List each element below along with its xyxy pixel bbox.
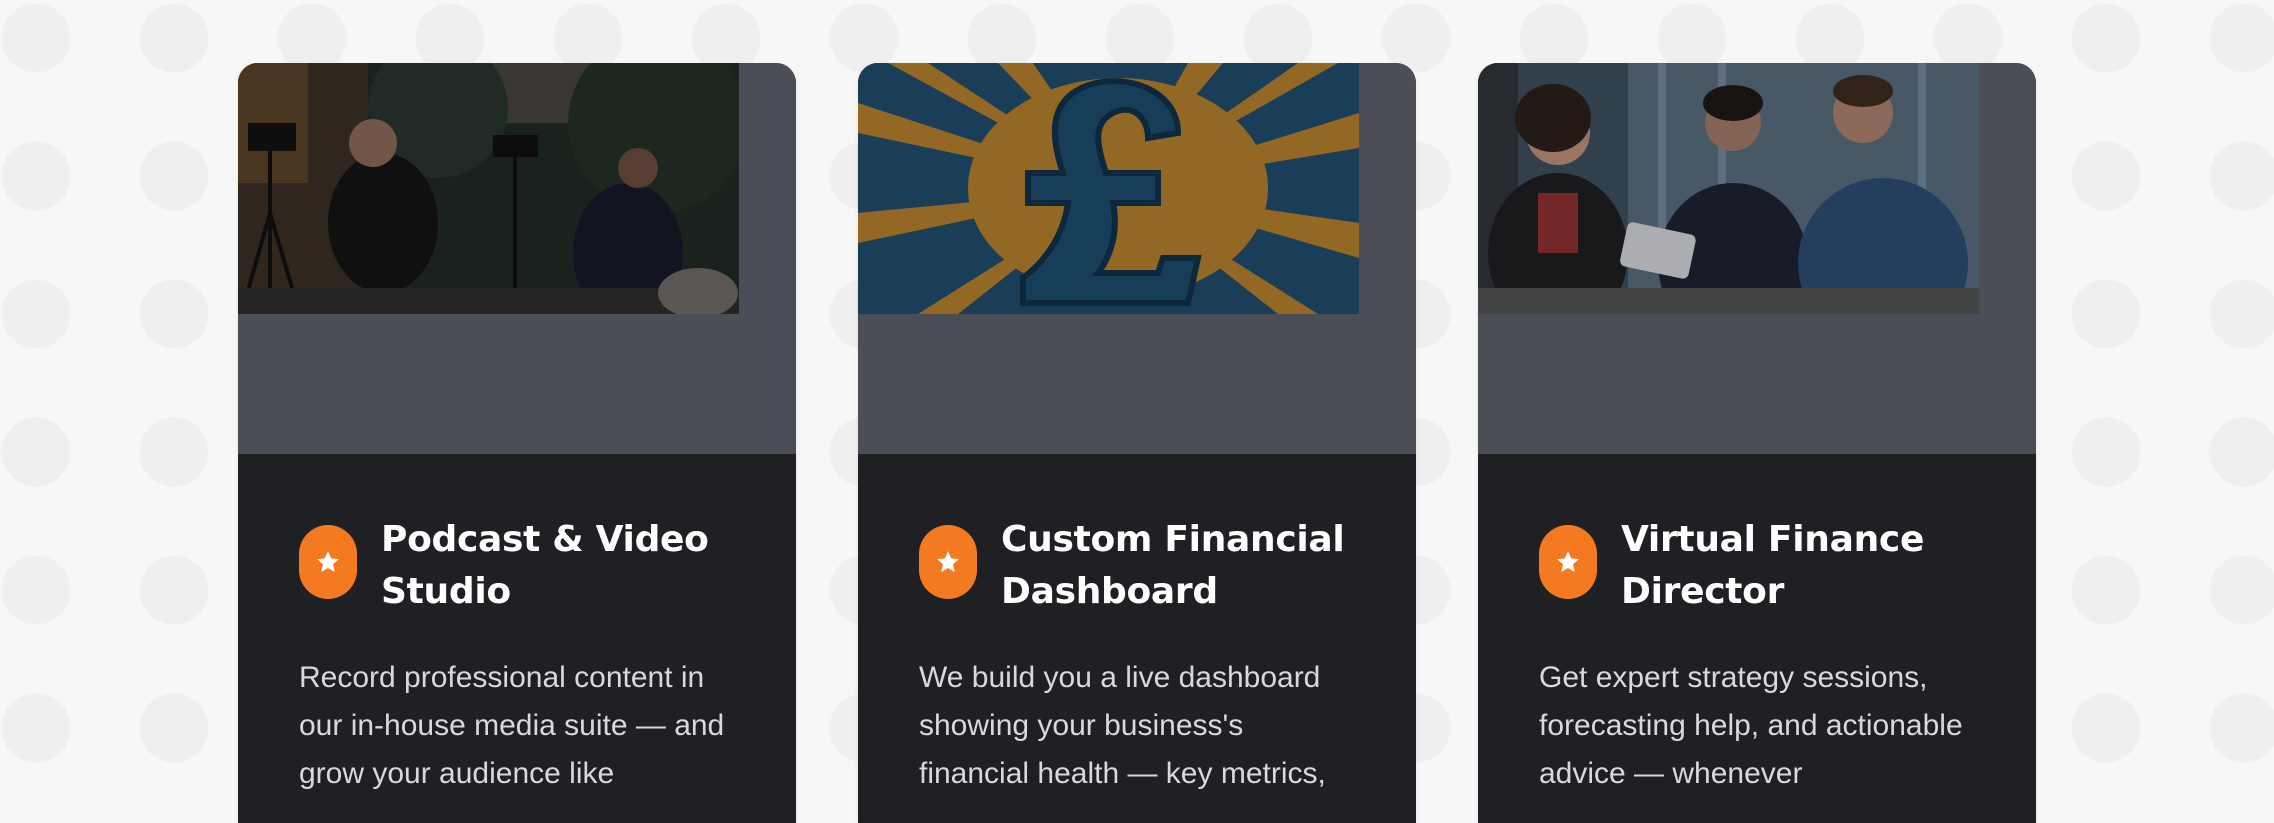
service-card-podcast-studio[interactable]: Podcast & Video Studio Record profession… bbox=[238, 63, 796, 823]
card-description: Record professional content in our in-ho… bbox=[299, 661, 725, 790]
star-icon bbox=[1557, 551, 1579, 572]
card-description: Get expert strategy sessions, forecastin… bbox=[1539, 661, 1963, 790]
card-media bbox=[1478, 63, 2036, 454]
card-title: Custom Financial Dashboard bbox=[1001, 519, 1345, 612]
star-badge bbox=[1539, 525, 1597, 599]
podcast-studio-photo bbox=[238, 63, 739, 314]
star-icon bbox=[937, 551, 959, 572]
pound-sign-illustration bbox=[858, 63, 1359, 314]
card-description: We build you a live dashboard showing yo… bbox=[919, 661, 1326, 790]
card-media bbox=[858, 63, 1416, 454]
card-title: Podcast & Video Studio bbox=[381, 519, 709, 612]
star-icon bbox=[317, 551, 339, 572]
service-card-virtual-finance-director[interactable]: Virtual Finance Director Get expert stra… bbox=[1478, 63, 2036, 823]
star-badge bbox=[299, 525, 357, 599]
business-meeting-photo bbox=[1478, 63, 1979, 314]
card-title: Virtual Finance Director bbox=[1621, 519, 1925, 612]
star-badge bbox=[919, 525, 977, 599]
service-card-financial-dashboard[interactable]: Custom Financial Dashboard We build you … bbox=[858, 63, 1416, 823]
card-media bbox=[238, 63, 796, 454]
services-card-grid: Podcast & Video Studio Record profession… bbox=[238, 63, 2036, 823]
